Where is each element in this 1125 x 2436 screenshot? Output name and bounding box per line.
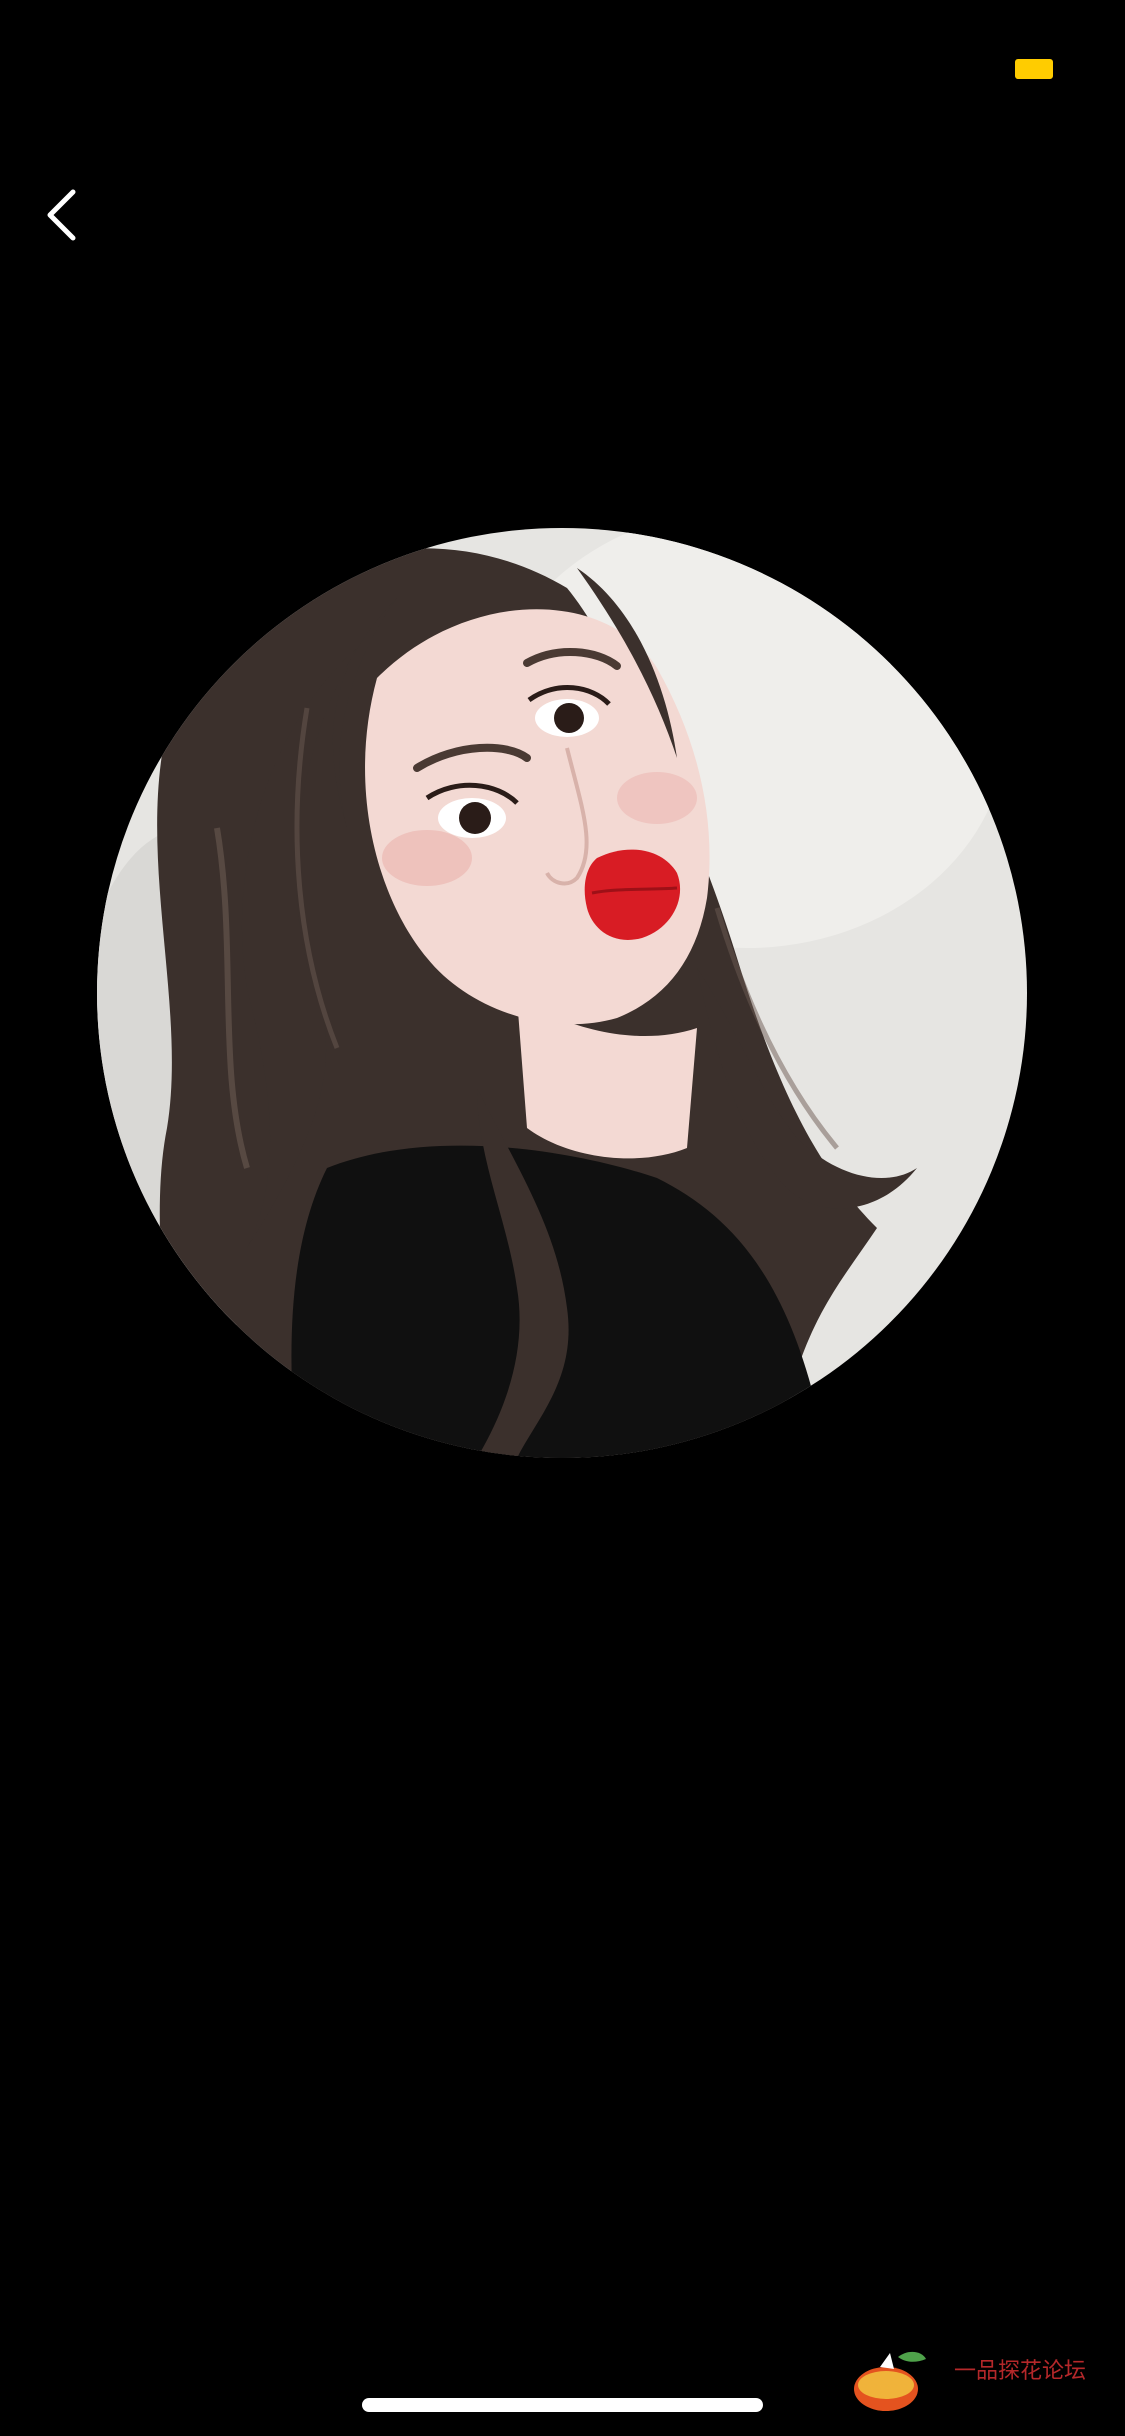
battery-icon — [1015, 59, 1053, 79]
forum-watermark: 一品探花论坛 — [850, 2345, 1095, 2415]
watermark-text: 一品探花论坛 — [954, 2359, 1087, 2384]
chevron-left-icon — [47, 189, 76, 241]
home-indicator[interactable] — [362, 2398, 763, 2412]
status-bar — [0, 0, 1125, 132]
back-button[interactable] — [30, 170, 120, 260]
profile-photo — [97, 528, 1027, 1458]
forum-logo-icon — [854, 2351, 926, 2411]
